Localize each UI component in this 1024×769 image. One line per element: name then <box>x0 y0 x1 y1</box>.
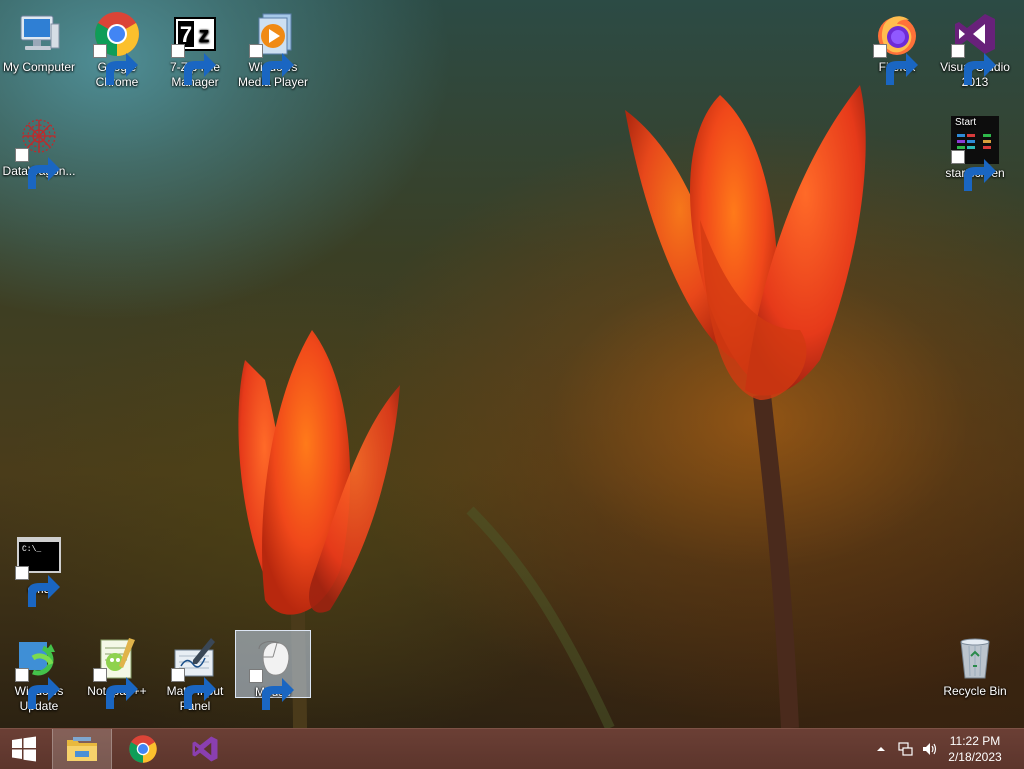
wallpaper-tulips <box>238 85 866 728</box>
speaker-icon <box>923 743 937 755</box>
desktop[interactable]: My Computer Google Chrome 7z 7-Zip File … <box>0 0 1024 728</box>
notepadpp-icon <box>93 634 141 709</box>
icon-label: My Computer <box>2 60 76 74</box>
math-input-panel-shortcut[interactable]: Math Input Panel <box>157 630 233 713</box>
windows-update-icon <box>15 634 63 709</box>
chrome-icon <box>129 735 157 763</box>
tray-network-button[interactable] <box>894 729 916 769</box>
chrome-icon <box>93 10 141 85</box>
network-icon <box>898 742 913 756</box>
chevron-up-icon <box>877 747 885 751</box>
shortcut-arrow-icon <box>873 44 918 85</box>
cmd-shortcut[interactable]: C:\_ cmd <box>1 528 77 607</box>
taskbar-clock[interactable]: 11:22 PM 2/18/2023 <box>942 733 1008 765</box>
clock-date: 2/18/2023 <box>948 750 1002 764</box>
cmd-prompt-text: C:\_ <box>22 545 42 554</box>
shortcut-arrow-icon <box>249 44 294 85</box>
start-button[interactable] <box>0 729 48 769</box>
recycle-bin[interactable]: Recycle Bin <box>937 630 1013 702</box>
tray-volume-button[interactable] <box>918 729 942 769</box>
shortcut-arrow-icon <box>15 148 60 189</box>
shortcut-arrow-icon <box>951 44 996 85</box>
mouse-icon <box>249 635 297 710</box>
my-computer-shortcut[interactable]: My Computer <box>1 6 77 78</box>
windows-media-player-shortcut[interactable]: Windows Media Player <box>235 6 311 89</box>
shortcut-arrow-icon <box>93 44 138 85</box>
mouse-shortcut[interactable]: Mouse <box>235 630 311 710</box>
datawagon-icon <box>15 114 63 189</box>
taskbar-file-explorer[interactable] <box>52 729 112 769</box>
computer-icon <box>15 10 63 58</box>
recycle-bin-icon <box>951 634 999 682</box>
firefox-shortcut[interactable]: Firefox <box>859 6 935 85</box>
7zip-icon: 7z <box>171 10 219 85</box>
shortcut-arrow-icon <box>951 150 996 191</box>
startscreen-icon: Start <box>951 116 999 191</box>
shortcut-arrow-icon <box>15 668 60 709</box>
shortcut-arrow-icon <box>171 668 216 709</box>
cmd-icon: C:\_ <box>15 532 63 607</box>
shortcut-arrow-icon <box>249 669 294 710</box>
shortcut-arrow-icon <box>15 566 60 607</box>
7zip-shortcut[interactable]: 7z 7-Zip File Manager <box>157 6 233 89</box>
taskbar[interactable]: 11:22 PM 2/18/2023 <box>0 728 1024 769</box>
datawagon-shortcut[interactable]: DataWagon... <box>1 110 77 189</box>
clock-time: 11:22 PM <box>949 734 1001 748</box>
taskbar-chrome[interactable] <box>114 729 172 769</box>
media-player-icon <box>249 10 297 85</box>
google-chrome-shortcut[interactable]: Google Chrome <box>79 6 155 89</box>
windows-update-shortcut[interactable]: Windows Update <box>1 630 77 713</box>
svg-text:z: z <box>199 22 210 47</box>
tray-overflow-button[interactable] <box>872 729 890 769</box>
startscreen-shortcut[interactable]: Start startscreen <box>937 112 1013 191</box>
windows-logo-icon <box>12 736 36 762</box>
shortcut-arrow-icon <box>93 668 138 709</box>
visual-studio-icon <box>951 10 999 85</box>
file-explorer-icon <box>67 737 97 761</box>
shortcut-arrow-icon <box>171 44 216 85</box>
notepadpp-shortcut[interactable]: Notepad++ <box>79 630 155 709</box>
visual-studio-icon <box>192 736 218 762</box>
taskbar-visual-studio[interactable] <box>176 729 234 769</box>
math-input-icon <box>171 634 219 709</box>
visual-studio-shortcut[interactable]: Visual Studio 2013 <box>937 6 1013 89</box>
icon-label: Recycle Bin <box>943 684 1007 698</box>
firefox-icon <box>873 10 921 85</box>
